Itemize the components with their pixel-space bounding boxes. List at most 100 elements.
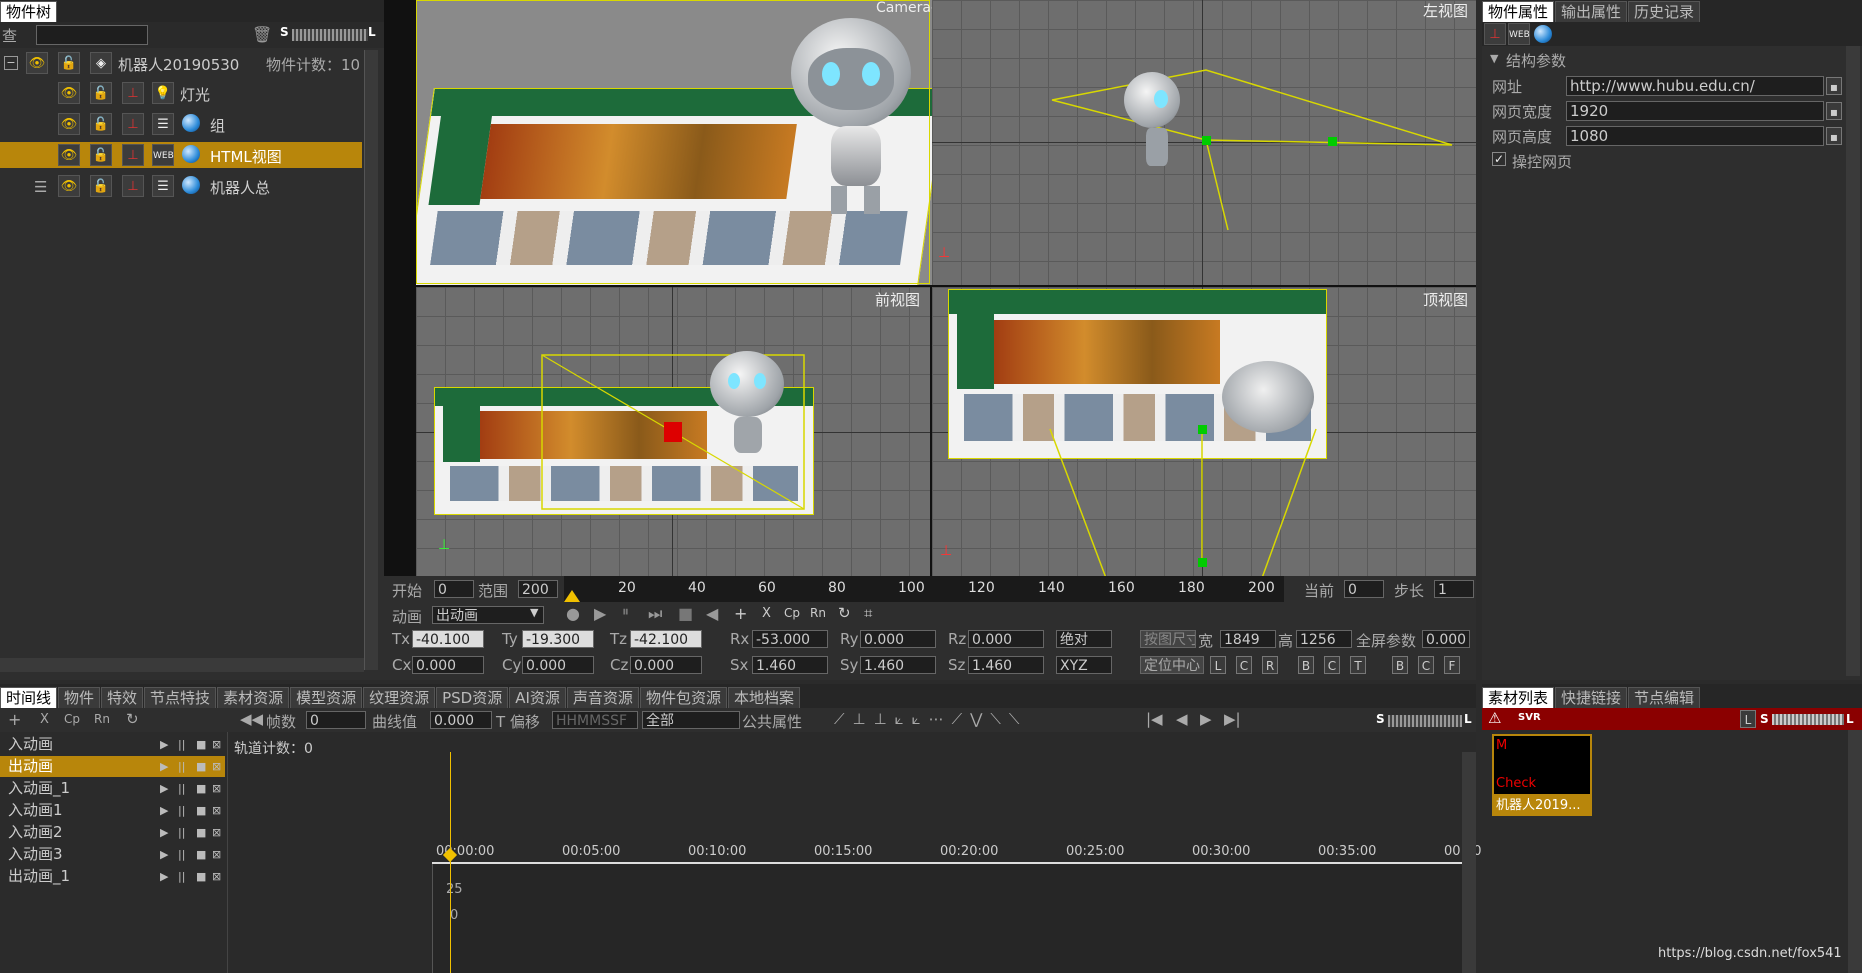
- width-options-button[interactable]: ▪: [1826, 102, 1842, 120]
- tab-bottom-0[interactable]: 时间线: [0, 687, 58, 708]
- nav-next-icon[interactable]: ▶: [1200, 710, 1212, 728]
- rename-button[interactable]: Rn: [810, 606, 826, 620]
- play-icon[interactable]: ▶: [594, 604, 606, 623]
- pause-icon[interactable]: ||: [178, 734, 185, 755]
- pause-icon[interactable]: ||: [178, 778, 185, 799]
- web-icon[interactable]: WEB: [1508, 23, 1530, 45]
- url-options-button[interactable]: ▪: [1826, 77, 1842, 95]
- nav-first-icon[interactable]: |◀: [1146, 710, 1163, 728]
- material-scrollbar[interactable]: [1848, 730, 1862, 973]
- track-area[interactable]: 轨道计数：0 00:00:00 00:05:00 00:10:00 00:15:00 0…: [230, 732, 1481, 973]
- current-input[interactable]: 0: [1344, 580, 1384, 598]
- viewport[interactable]: Camera-1 左视图 ⊥ 前视图 ⊥ 顶视图 ⊥: [384, 0, 1476, 602]
- cy-input[interactable]: 0.000: [522, 656, 594, 674]
- offset-input[interactable]: HHMMSSF: [552, 711, 638, 729]
- tree-row-robot[interactable]: ☰ 👁 🔓 ⊥ ☰ 机器人总: [0, 173, 362, 199]
- play-icon[interactable]: ▶: [160, 822, 168, 843]
- align-right-button[interactable]: R: [1262, 656, 1278, 674]
- stop-icon[interactable]: ■: [196, 822, 206, 843]
- chevron-down-icon[interactable]: ▼: [530, 606, 538, 619]
- play-icon[interactable]: ▶: [160, 756, 168, 777]
- play-icon[interactable]: ▶: [160, 778, 168, 799]
- settings-icon[interactable]: ⊠: [212, 844, 221, 865]
- tree-row-light[interactable]: 👁 🔓 ⊥ 💡 灯光: [0, 80, 362, 106]
- btn-fit-size[interactable]: 按图尺寸: [1140, 630, 1196, 648]
- pause-icon[interactable]: ||: [178, 866, 185, 887]
- animation-list-item[interactable]: 入动画1 ▶ || ■ ⊠: [0, 800, 225, 821]
- tab-bottom-6[interactable]: 纹理资源: [363, 687, 436, 708]
- tree-row-group[interactable]: 👁 🔓 ⊥ ☰ 组: [0, 111, 362, 137]
- track-scrollbar[interactable]: [1462, 752, 1476, 973]
- animation-list-item[interactable]: 出动画_1 ▶ || ■ ⊠: [0, 866, 225, 887]
- front-view[interactable]: 前视图 ⊥: [416, 287, 930, 578]
- tree-row-root[interactable]: − 👁 🔓 ◈ 机器人20190530 物件计数：10: [0, 50, 362, 76]
- copy-track-button[interactable]: Cp: [64, 712, 80, 726]
- section-toggle-icon[interactable]: ▼: [1490, 52, 1498, 65]
- add-track-button[interactable]: +: [8, 710, 21, 729]
- play-icon[interactable]: ▶: [160, 844, 168, 865]
- animation-list-item[interactable]: 入动画 ▶ || ■ ⊠: [0, 734, 225, 755]
- curve-area[interactable]: [432, 864, 1462, 973]
- anim-select[interactable]: 出动画: [432, 606, 544, 624]
- mode-absolute-select[interactable]: 绝对: [1056, 630, 1112, 648]
- tab-object-tree[interactable]: 物件树: [0, 1, 58, 22]
- cx-input[interactable]: 0.000: [412, 656, 484, 674]
- tab-history[interactable]: 历史记录: [1628, 1, 1701, 22]
- animation-list-item[interactable]: 出动画 ▶ || ■ ⊠: [0, 756, 225, 777]
- align-left-button[interactable]: L: [1210, 656, 1226, 674]
- tab-bottom-5[interactable]: 模型资源: [290, 687, 363, 708]
- tx-input[interactable]: -40.100: [412, 630, 484, 648]
- align-vcenter-button[interactable]: C: [1324, 656, 1340, 674]
- fullscreen-input[interactable]: 0.000: [1422, 630, 1470, 648]
- tab-node-edit[interactable]: 节点编辑: [1628, 687, 1701, 708]
- align-bottom-button[interactable]: B: [1298, 656, 1314, 674]
- tree-hscrollbar[interactable]: [0, 658, 364, 672]
- crop-icon[interactable]: ⌗: [864, 604, 872, 622]
- time-ruler[interactable]: 00:00:00 00:05:00 00:10:00 00:15:00 00:20:00…: [432, 842, 1481, 864]
- search-input[interactable]: [36, 25, 148, 45]
- stop-icon[interactable]: ■: [678, 604, 693, 623]
- tree-row-html-view[interactable]: 👁 🔓 ⊥ WEB HTML视图: [0, 142, 362, 168]
- align-center-button[interactable]: C: [1236, 656, 1252, 674]
- stop-icon[interactable]: ■: [196, 800, 206, 821]
- page-width-input[interactable]: 1920: [1566, 101, 1824, 121]
- filter-select[interactable]: 全部: [642, 711, 740, 729]
- pause-icon[interactable]: ||: [178, 800, 185, 821]
- lock-icon[interactable]: 🔓: [58, 52, 80, 74]
- nav-prev-icon[interactable]: ◀: [1176, 710, 1188, 728]
- sy-input[interactable]: 1.460: [860, 656, 936, 674]
- ty-input[interactable]: -19.300: [522, 630, 594, 648]
- prev-icon[interactable]: ◀: [706, 604, 718, 623]
- trash-icon[interactable]: 🗑: [252, 25, 272, 44]
- sphere-icon[interactable]: [1534, 25, 1552, 47]
- play-icon[interactable]: ▶: [160, 866, 168, 887]
- stop-icon[interactable]: ■: [196, 734, 206, 755]
- public-props-menu[interactable]: 公共属性: [742, 711, 802, 732]
- animation-list-item[interactable]: 入动画_1 ▶ || ■ ⊠: [0, 778, 225, 799]
- rz-input[interactable]: 0.000: [968, 630, 1044, 648]
- tab-bottom-9[interactable]: 声音资源: [566, 687, 639, 708]
- tab-bottom-10[interactable]: 物件包资源: [639, 687, 727, 708]
- tab-object-properties[interactable]: 物件属性: [1482, 1, 1555, 22]
- pause-icon[interactable]: ⏸: [622, 604, 629, 620]
- tab-output-properties[interactable]: 输出属性: [1555, 1, 1628, 22]
- loop-icon[interactable]: ↻: [838, 604, 851, 622]
- collapse-icon[interactable]: −: [4, 56, 18, 70]
- sx-input[interactable]: 1.460: [752, 656, 828, 674]
- tab-bottom-7[interactable]: PSD资源: [436, 687, 509, 708]
- lock-icon[interactable]: 🔓: [90, 113, 112, 135]
- mode-xyz-select[interactable]: XYZ: [1056, 656, 1112, 674]
- delete-key-button[interactable]: X: [762, 606, 771, 621]
- align-top-button[interactable]: T: [1350, 656, 1366, 674]
- play-icon[interactable]: ▶: [160, 734, 168, 755]
- settings-icon[interactable]: ⊠: [212, 734, 221, 755]
- pause-icon[interactable]: ||: [178, 822, 185, 843]
- eye-icon[interactable]: 👁: [26, 52, 48, 74]
- url-input[interactable]: http://www.hubu.edu.cn/: [1566, 76, 1824, 96]
- refresh-icon[interactable]: ↻: [126, 710, 139, 728]
- control-webpage-checkbox[interactable]: ✓: [1492, 152, 1506, 166]
- timeline-playhead[interactable]: [450, 752, 451, 973]
- stop-icon[interactable]: ■: [196, 866, 206, 887]
- pause-icon[interactable]: ||: [178, 844, 185, 865]
- animation-list-item[interactable]: 入动画2 ▶ || ■ ⊠: [0, 822, 225, 843]
